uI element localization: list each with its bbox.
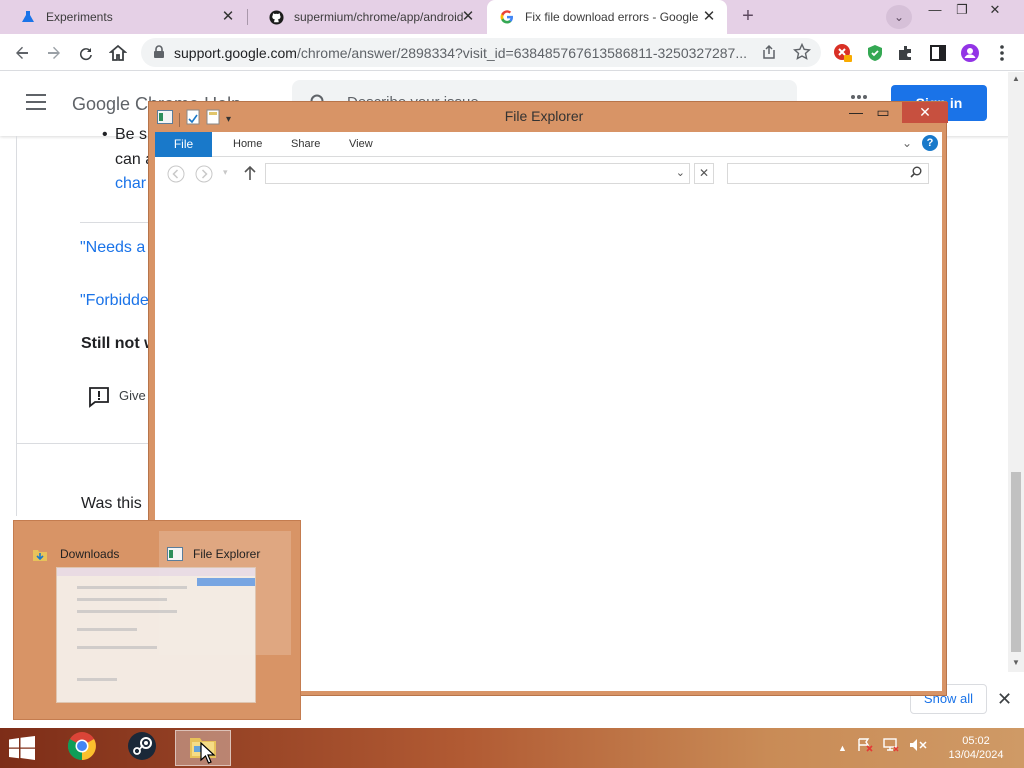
close-tab-icon[interactable]: ✕ bbox=[220, 9, 236, 25]
network-icon[interactable] bbox=[883, 738, 899, 757]
mouse-cursor-icon bbox=[200, 742, 216, 764]
chevron-down-icon[interactable]: ⌄ bbox=[676, 166, 685, 179]
up-arrow-icon[interactable] bbox=[243, 165, 257, 186]
bullet-point: • bbox=[102, 126, 108, 143]
ribbon-tabs: File Home Share View ⌄ ? bbox=[155, 132, 942, 157]
expand-ribbon-icon[interactable]: ⌄ bbox=[902, 136, 912, 150]
close-download-bar-icon[interactable]: ✕ bbox=[997, 689, 1012, 710]
recent-locations-icon[interactable]: ▾ bbox=[223, 167, 228, 178]
tab-view[interactable]: View bbox=[349, 138, 373, 150]
bullet-link[interactable]: char bbox=[115, 175, 146, 193]
steam-icon bbox=[127, 731, 157, 766]
taskbar-chrome[interactable] bbox=[54, 730, 110, 766]
clock-time: 05:02 bbox=[962, 735, 990, 747]
clear-address-icon[interactable]: ✕ bbox=[694, 163, 714, 184]
folder-download-icon bbox=[32, 547, 48, 568]
back-icon[interactable] bbox=[167, 165, 185, 188]
url-path: /chrome/answer/2898334?visit_id=63848576… bbox=[296, 45, 748, 61]
tab-title: Fix file download errors - Google bbox=[525, 10, 699, 24]
minimize-button[interactable]: — bbox=[843, 104, 869, 124]
show-hidden-icons-icon[interactable]: ▲ bbox=[838, 743, 847, 753]
google-icon bbox=[499, 9, 515, 25]
tab-home[interactable]: Home bbox=[233, 138, 262, 150]
chrome-icon bbox=[67, 731, 97, 766]
forward-icon[interactable] bbox=[42, 41, 66, 65]
was-this-helpful-text: Was this bbox=[81, 495, 142, 512]
close-tab-icon[interactable]: ✕ bbox=[701, 9, 717, 25]
page-scrollbar[interactable]: ▲ ▼ bbox=[1008, 72, 1024, 672]
github-icon bbox=[268, 9, 284, 25]
scroll-up-icon[interactable]: ▲ bbox=[1012, 74, 1020, 83]
tab-title: Experiments bbox=[46, 10, 113, 24]
tab-file[interactable]: File bbox=[155, 132, 212, 157]
content-border bbox=[16, 136, 17, 516]
navigation-bar: ▾ ⌄ ✕ bbox=[155, 157, 942, 191]
url-text: support.google.com/chrome/answer/2898334… bbox=[174, 45, 754, 61]
shield-icon[interactable] bbox=[863, 41, 887, 65]
help-icon[interactable]: ? bbox=[922, 135, 938, 151]
close-button[interactable]: ✕ bbox=[902, 102, 948, 123]
tab-search-button[interactable]: ⌄ bbox=[886, 5, 912, 29]
maximize-button[interactable]: ▭ bbox=[870, 104, 896, 124]
close-window-button[interactable]: ✕ bbox=[980, 2, 1010, 22]
file-explorer-titlebar[interactable]: ▾ File Explorer — ▭ ✕ bbox=[149, 102, 948, 132]
new-tab-button[interactable]: + bbox=[737, 6, 759, 28]
minimize-button[interactable]: — bbox=[920, 2, 950, 22]
clock-date: 13/04/2024 bbox=[948, 749, 1004, 761]
feedback-icon[interactable] bbox=[88, 386, 110, 413]
divider bbox=[80, 222, 150, 223]
browser-toolbar: support.google.com/chrome/answer/2898334… bbox=[0, 34, 1024, 71]
thumbnail-label: Downloads bbox=[60, 547, 120, 561]
url-host: support.google.com bbox=[174, 45, 297, 61]
tab-experiments[interactable]: Experiments ✕ bbox=[0, 0, 246, 34]
volume-muted-icon[interactable] bbox=[909, 738, 927, 757]
lock-icon bbox=[153, 45, 165, 64]
restore-button[interactable]: ❐ bbox=[947, 2, 977, 22]
window-title: File Explorer bbox=[504, 108, 584, 124]
share-icon[interactable] bbox=[761, 44, 777, 65]
reload-icon[interactable] bbox=[74, 41, 98, 65]
action-center-flag-icon[interactable] bbox=[857, 738, 873, 757]
tab-fix-download-errors[interactable]: Fix file download errors - Google ✕ bbox=[487, 0, 727, 34]
system-tray: ▲ bbox=[838, 738, 927, 757]
home-icon[interactable] bbox=[106, 41, 130, 65]
address-path-input[interactable]: ⌄ bbox=[265, 163, 690, 184]
address-bar[interactable]: support.google.com/chrome/answer/2898334… bbox=[141, 38, 821, 67]
windows-start-icon[interactable] bbox=[8, 736, 38, 760]
hamburger-menu-icon[interactable] bbox=[26, 94, 46, 110]
tab-supermium[interactable]: supermium/chrome/app/android ✕ bbox=[248, 0, 486, 34]
side-panel-icon[interactable] bbox=[926, 41, 950, 65]
taskbar-thumbnail-popup: Downloads File Explorer bbox=[13, 520, 301, 720]
profile-avatar-icon[interactable] bbox=[958, 41, 982, 65]
system-clock[interactable]: 05:02 13/04/2024 bbox=[940, 734, 1012, 762]
windows-taskbar: ▲ 05:02 13/04/2024 bbox=[0, 728, 1024, 768]
file-explorer-icon bbox=[167, 547, 183, 566]
still-not-working-heading: Still not w bbox=[81, 335, 157, 352]
back-icon[interactable] bbox=[10, 41, 34, 65]
bullet-text: Be s bbox=[115, 126, 148, 143]
tab-share[interactable]: Share bbox=[291, 138, 320, 150]
tab-title: supermium/chrome/app/android bbox=[294, 10, 464, 24]
forbidden-link[interactable]: "Forbidde bbox=[80, 292, 149, 310]
menu-kebab-icon[interactable] bbox=[990, 41, 1014, 65]
taskbar-steam[interactable] bbox=[114, 730, 170, 766]
search-input[interactable] bbox=[727, 163, 929, 184]
extension-error-icon[interactable] bbox=[831, 41, 855, 65]
scrollbar-thumb[interactable] bbox=[1011, 472, 1021, 652]
extensions-puzzle-icon[interactable] bbox=[894, 41, 918, 65]
give-feedback-text[interactable]: Give bbox=[119, 388, 146, 403]
divider bbox=[16, 443, 156, 444]
search-icon bbox=[910, 166, 922, 181]
bookmark-star-icon[interactable] bbox=[792, 42, 812, 66]
window-preview-image bbox=[56, 567, 256, 703]
close-tab-icon[interactable]: ✕ bbox=[460, 9, 476, 25]
thumbnail-label: File Explorer bbox=[193, 547, 261, 561]
forward-icon[interactable] bbox=[195, 165, 213, 188]
scroll-down-icon[interactable]: ▼ bbox=[1012, 658, 1020, 667]
tab-strip: Experiments ✕ supermium/chrome/app/andro… bbox=[0, 0, 1024, 34]
flask-icon bbox=[20, 9, 36, 25]
needs-authorization-link[interactable]: "Needs a bbox=[80, 239, 145, 257]
